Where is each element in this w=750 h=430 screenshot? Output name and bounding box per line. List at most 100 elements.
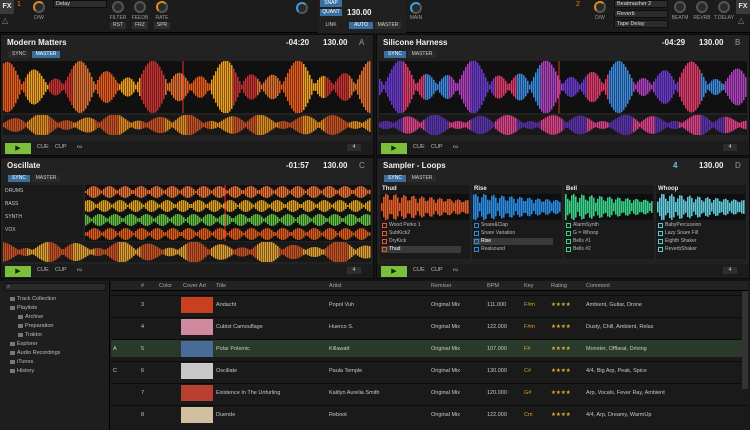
deck-b-overview[interactable] bbox=[379, 115, 747, 135]
deck-b-cup[interactable]: CUP bbox=[431, 144, 443, 150]
sample-slot[interactable]: Thud Wood Perko 1 SubKick2 DryKick Thud bbox=[380, 185, 470, 259]
deck-c-cue[interactable]: CUE bbox=[37, 267, 49, 273]
deck-a-flux-icon[interactable]: ᔓ bbox=[77, 144, 82, 150]
deck-a-loop-size[interactable]: 4 bbox=[347, 144, 361, 151]
col-number[interactable]: # bbox=[141, 283, 144, 289]
col-rating[interactable]: Rating bbox=[551, 283, 567, 289]
slot-sample-item[interactable]: Realsound bbox=[473, 246, 553, 253]
slot-sample-item[interactable]: BabyPercussion bbox=[657, 222, 737, 229]
deck-c-play-button[interactable]: ▶ bbox=[5, 266, 31, 277]
deck-b-cue[interactable]: CUE bbox=[413, 144, 425, 150]
rate-knob[interactable] bbox=[156, 1, 168, 13]
tape-delay-knob[interactable] bbox=[718, 1, 730, 13]
table-row[interactable]: C 6 Oscillate Paula Temple Original Mix 130.0… bbox=[111, 361, 748, 379]
deck-b-waveform[interactable] bbox=[379, 61, 747, 113]
dw-knob-right[interactable] bbox=[594, 1, 606, 13]
deck-c-stem-waveforms[interactable] bbox=[85, 185, 371, 241]
slot-waveform[interactable] bbox=[473, 194, 561, 220]
tree-playlists[interactable]: Playlists bbox=[10, 305, 37, 311]
slot-sample-item[interactable]: Wood Perko 1 bbox=[381, 222, 461, 229]
rst-button[interactable]: RST bbox=[110, 22, 126, 29]
tree-track-collection[interactable]: Track Collection bbox=[10, 296, 56, 302]
slot-sample-item[interactable]: G = Whoop bbox=[565, 230, 645, 237]
feedback-knob[interactable] bbox=[134, 1, 146, 13]
search-input[interactable]: ⌕ bbox=[4, 283, 106, 291]
tree-preparation[interactable]: Preparation bbox=[18, 323, 53, 329]
beatmasher-knob[interactable] bbox=[674, 1, 686, 13]
slot-sample-item[interactable]: Bells #2 bbox=[565, 246, 645, 253]
deck-b-flux-icon[interactable]: ᔓ bbox=[453, 144, 458, 150]
auto-button[interactable]: AUTO bbox=[349, 22, 373, 29]
slot-sample-item[interactable]: SubKick2 bbox=[381, 230, 461, 237]
effect-select-right-1[interactable]: Beatmasher 2 bbox=[614, 0, 668, 8]
spr-button[interactable]: SPR bbox=[154, 22, 170, 29]
quant-button[interactable]: QUANT bbox=[320, 9, 342, 16]
deck-d-flux-icon[interactable]: ᔓ bbox=[453, 267, 458, 273]
table-row[interactable]: 8 Duende Reboot Original Mix 122.000 Cm ★★★★ 4/… bbox=[111, 405, 748, 423]
slot-sample-item[interactable]: Bells #1 bbox=[565, 238, 645, 245]
tree-traktor[interactable]: Traktor bbox=[18, 332, 42, 338]
deck-a-sync[interactable]: SYNC bbox=[8, 51, 30, 58]
fx-left-button[interactable]: FX bbox=[0, 0, 14, 14]
tree-itunes[interactable]: iTunes bbox=[10, 359, 33, 365]
left-volume-knob[interactable] bbox=[296, 2, 308, 14]
deck-c-master[interactable]: MASTER bbox=[32, 175, 60, 182]
deck-a-waveform[interactable] bbox=[3, 61, 371, 113]
deck-c-sync[interactable]: SYNC bbox=[8, 175, 30, 182]
col-remixer[interactable]: Remixer bbox=[431, 283, 451, 289]
deck-c-loop-size[interactable]: 4 bbox=[347, 267, 361, 274]
deck-d-cup[interactable]: CUP bbox=[431, 267, 443, 273]
deck-b-loop-size[interactable]: 4 bbox=[723, 144, 737, 151]
effect-select-right-2[interactable]: Reverb bbox=[614, 10, 668, 18]
deck-a-cup[interactable]: CUP bbox=[55, 144, 67, 150]
fx-right-button[interactable]: FX bbox=[736, 0, 750, 14]
slot-waveform[interactable] bbox=[565, 194, 653, 220]
slot-sample-item[interactable]: Snare Variation bbox=[473, 230, 553, 237]
deck-b-play-button[interactable]: ▶ bbox=[381, 143, 407, 154]
deck-a-play-button[interactable]: ▶ bbox=[5, 143, 31, 154]
slot-waveform[interactable] bbox=[657, 194, 745, 220]
slot-sample-item[interactable]: DryKick bbox=[381, 238, 461, 245]
table-row[interactable]: 4 Cubist Camouflage Huerco S. Original Mix 1… bbox=[111, 317, 748, 335]
col-bpm[interactable]: BPM bbox=[487, 283, 499, 289]
tree-audio-recordings[interactable]: Audio Recordings bbox=[10, 350, 60, 356]
master-clock-button[interactable]: MASTER bbox=[375, 22, 401, 29]
slot-sample-item[interactable]: Thud bbox=[381, 246, 461, 253]
col-artist[interactable]: Artist bbox=[329, 283, 342, 289]
sample-slot[interactable]: Rise Snare&Clap Snare Variation Rise Realsou… bbox=[472, 185, 562, 259]
stem-vox[interactable]: VOX bbox=[5, 227, 16, 233]
col-title[interactable]: Title bbox=[216, 283, 226, 289]
slot-sample-item[interactable]: Eighth Shaker bbox=[657, 238, 737, 245]
slot-sample-item[interactable]: ReverbShaker bbox=[657, 246, 737, 253]
deck-d-master[interactable]: MASTER bbox=[408, 175, 436, 182]
col-color[interactable]: Color bbox=[159, 283, 172, 289]
deck-c-cup[interactable]: CUP bbox=[55, 267, 67, 273]
main-volume-knob[interactable] bbox=[410, 2, 422, 14]
deck-d-cue[interactable]: CUE bbox=[413, 267, 425, 273]
tree-archive[interactable]: Archive bbox=[18, 314, 43, 320]
link-button[interactable]: LINK bbox=[320, 22, 342, 29]
deck-d-loop-size[interactable]: 4 bbox=[723, 267, 737, 274]
filter-knob[interactable] bbox=[112, 1, 124, 13]
snap-button[interactable]: SNAP bbox=[320, 0, 342, 7]
frz-button[interactable]: FRZ bbox=[132, 22, 148, 29]
effect-select-right-3[interactable]: Tape Delay bbox=[614, 20, 668, 28]
deck-c-overview[interactable] bbox=[3, 242, 371, 262]
tree-history[interactable]: History bbox=[10, 368, 34, 374]
reverb-knob[interactable] bbox=[696, 1, 708, 13]
deck-a-cue[interactable]: CUE bbox=[37, 144, 49, 150]
table-row[interactable]: 7 Existence In The Unfurling Kaitlyn Aurel… bbox=[111, 383, 748, 401]
deck-a-overview[interactable] bbox=[3, 115, 371, 135]
stem-bass[interactable]: BASS bbox=[5, 201, 18, 207]
deck-c-flux-icon[interactable]: ᔓ bbox=[77, 267, 82, 273]
slot-sample-item[interactable]: Rise bbox=[473, 238, 553, 245]
deck-a-master[interactable]: MASTER bbox=[32, 51, 60, 58]
table-row[interactable]: A 5 Polar Polemic Killawatt Original Mix 107.… bbox=[111, 339, 748, 357]
col-cover-art[interactable]: Cover Art bbox=[183, 283, 206, 289]
col-comment[interactable]: Comment bbox=[586, 283, 610, 289]
table-row[interactable]: 3 Andacht Popol Vuh Original Mix 111.000 F#m ★… bbox=[111, 295, 748, 313]
scrollbar[interactable] bbox=[742, 291, 748, 389]
slot-sample-item[interactable]: AlarmSynth bbox=[565, 222, 645, 229]
deck-b-master[interactable]: MASTER bbox=[408, 51, 436, 58]
sample-slot[interactable]: Whoop BabyPercussion Lazy Snare Fill Eighth… bbox=[656, 185, 746, 259]
